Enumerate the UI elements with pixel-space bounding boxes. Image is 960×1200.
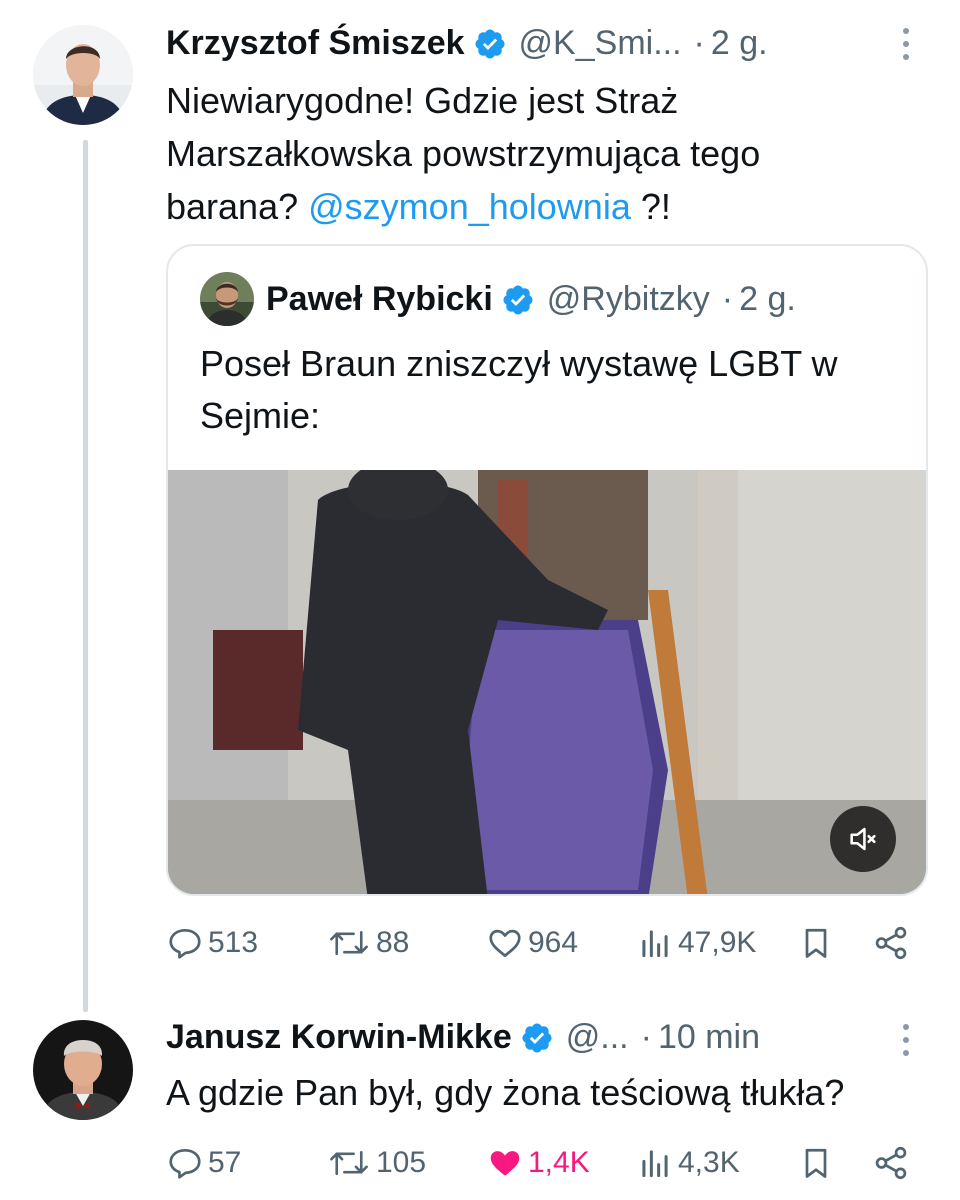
more-options-icon[interactable] [901, 1024, 911, 1062]
tweet-header: Janusz Korwin-Mikke @... · 10 min [166, 1018, 760, 1057]
reply-button[interactable]: 513 [166, 924, 258, 962]
separator-dot: · [721, 280, 734, 318]
quoted-avatar[interactable] [200, 272, 254, 326]
views-count: 4,3K [678, 1146, 740, 1179]
avatar[interactable] [33, 25, 133, 125]
timestamp[interactable]: 10 min [658, 1018, 760, 1057]
views-button[interactable]: 4,3K [636, 1144, 740, 1182]
verified-badge-icon [475, 28, 505, 59]
timestamp[interactable]: 2 g. [711, 24, 768, 63]
like-count: 964 [528, 926, 579, 959]
author-handle[interactable]: @... [566, 1018, 629, 1057]
share-button[interactable] [872, 1144, 914, 1182]
views-button[interactable]: 47,9K [636, 924, 756, 962]
mute-toggle-button[interactable] [830, 806, 896, 872]
retweet-button[interactable]: 105 [326, 1144, 426, 1182]
thread-connector-line [83, 140, 88, 1012]
bookmark-icon [805, 928, 827, 958]
tweet-text: Niewiarygodne! Gdzie jest Straż Marszałk… [166, 74, 886, 233]
like-count: 1,4K [528, 1146, 590, 1179]
video-player[interactable] [168, 470, 926, 894]
reply-count: 513 [208, 926, 259, 959]
quoted-tweet-header: Paweł Rybicki @Rybitzky · 2 g. [266, 280, 796, 319]
bookmark-icon [805, 1148, 827, 1178]
reply-icon [169, 1148, 201, 1179]
video-frame [168, 470, 926, 894]
tweet-text: A gdzie Pan był, gdy żona teściową tłukł… [166, 1072, 845, 1113]
bookmark-button[interactable] [798, 924, 838, 962]
quoted-tweet-text: Poseł Braun zniszczył wystawę LGBT w Sej… [200, 343, 838, 436]
retweet-icon [330, 1150, 368, 1176]
like-button[interactable]: 964 [486, 924, 578, 962]
quoted-author-name[interactable]: Paweł Rybicki [266, 280, 493, 319]
quoted-author-handle[interactable]: @Rybitzky [547, 280, 710, 319]
separator-dot: · [693, 24, 705, 62]
avatar-image [33, 25, 133, 125]
retweet-icon [330, 930, 368, 956]
tweet-actions: 57 105 1,4K 4,3K [166, 1144, 916, 1188]
share-icon [875, 1146, 907, 1180]
tweet-actions: 513 88 964 47,9K [166, 924, 916, 968]
reply-button[interactable]: 57 [166, 1144, 241, 1182]
tweet-header: Krzysztof Śmiszek @K_Smi... · 2 g. [166, 24, 768, 63]
retweet-button[interactable]: 88 [326, 924, 409, 962]
retweet-count: 88 [376, 926, 410, 959]
verified-badge-icon [522, 1022, 552, 1053]
like-button[interactable]: 1,4K [486, 1144, 590, 1182]
bookmark-button[interactable] [798, 1144, 838, 1182]
views-chart-icon [642, 1150, 668, 1178]
quoted-timestamp[interactable]: 2 g. [739, 280, 796, 319]
heart-filled-icon [490, 1151, 520, 1176]
author-name[interactable]: Janusz Korwin-Mikke [166, 1018, 512, 1057]
views-count: 47,9K [678, 926, 757, 959]
author-handle[interactable]: @K_Smi... [519, 24, 682, 63]
heart-icon [489, 929, 521, 958]
share-button[interactable] [872, 924, 914, 962]
reply-count: 57 [208, 1146, 242, 1179]
retweet-count: 105 [376, 1146, 427, 1179]
mention-link[interactable]: @szymon_holownia [308, 186, 631, 227]
tweet-text-end: ?! [630, 186, 671, 227]
quoted-tweet-card[interactable]: Paweł Rybicki @Rybitzky · 2 g. Poseł Bra… [166, 244, 928, 896]
author-name[interactable]: Krzysztof Śmiszek [166, 24, 465, 63]
avatar[interactable] [33, 1020, 133, 1120]
views-chart-icon [642, 930, 668, 958]
avatar-image [33, 1020, 133, 1120]
verified-badge-icon [503, 284, 533, 315]
share-icon [875, 926, 907, 960]
volume-muted-icon [850, 827, 876, 851]
separator-dot: · [640, 1018, 652, 1056]
quoted-avatar-image [200, 272, 254, 326]
reply-icon [169, 928, 201, 959]
more-options-icon[interactable] [901, 28, 911, 66]
